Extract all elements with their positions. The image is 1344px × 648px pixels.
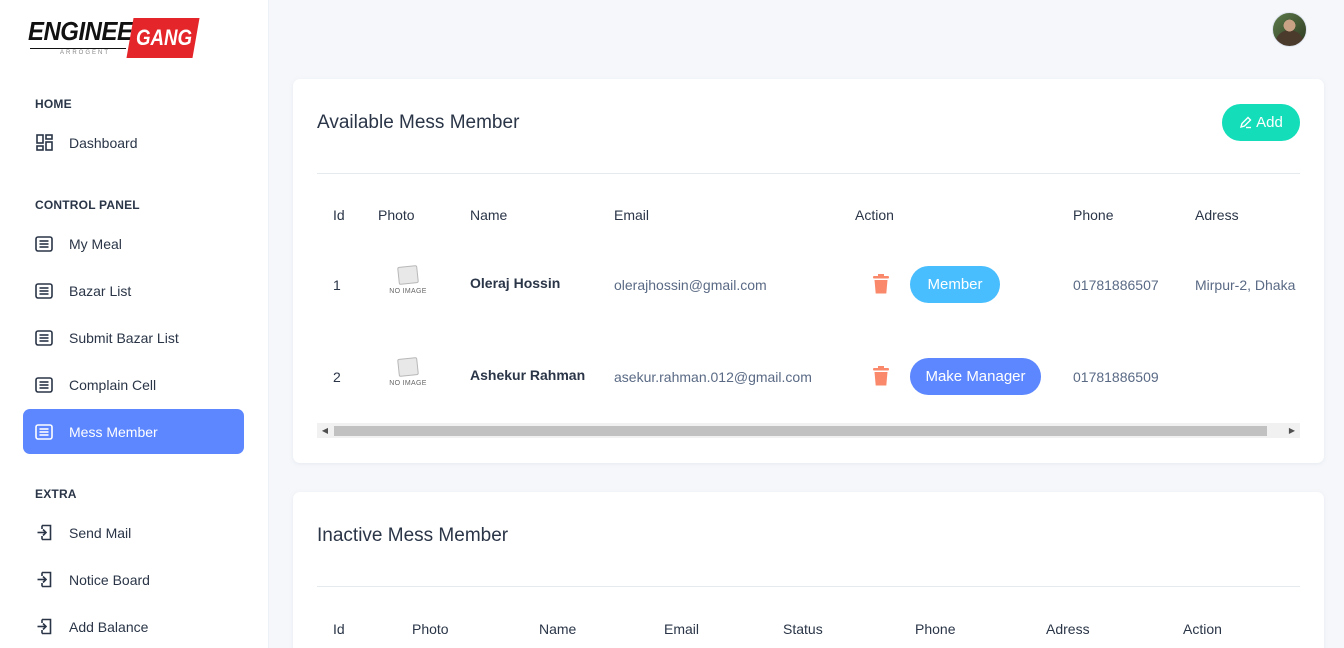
col-header-email: Email bbox=[664, 621, 700, 637]
sidebar-item-label: Complain Cell bbox=[69, 376, 157, 393]
col-header-id: Id bbox=[333, 621, 345, 637]
login-icon bbox=[35, 618, 53, 636]
sidebar-item-submit-bazar-list[interactable]: Submit Bazar List bbox=[23, 315, 244, 360]
trash-icon[interactable] bbox=[872, 274, 890, 294]
login-icon bbox=[35, 571, 53, 589]
no-image-label: NO IMAGE bbox=[389, 380, 427, 387]
list-icon bbox=[35, 423, 53, 441]
cell-phone: 01781886507 bbox=[1073, 277, 1159, 293]
brand-word-gang: GANG bbox=[136, 25, 193, 50]
nav-section-extra: EXTRA bbox=[35, 487, 77, 501]
col-header-name: Name bbox=[539, 621, 577, 637]
col-header-action: Action bbox=[855, 207, 894, 223]
add-button-label: Add bbox=[1256, 114, 1283, 131]
scroll-left-arrow[interactable]: ◀ bbox=[320, 425, 330, 436]
cell-name: Ashekur Rahman bbox=[470, 367, 586, 383]
cell-address: Mirpur-2, Dhaka bbox=[1195, 277, 1296, 293]
sidebar-item-label: Bazar List bbox=[69, 282, 132, 299]
member-role-button[interactable]: Member bbox=[910, 266, 1000, 303]
sidebar-item-my-meal[interactable]: My Meal bbox=[23, 221, 244, 266]
card-title: Inactive Mess Member bbox=[317, 525, 509, 546]
col-header-action: Action bbox=[1183, 621, 1222, 637]
col-header-status: Status bbox=[783, 621, 823, 637]
sidebar-item-add-balance[interactable]: Add Balance bbox=[23, 604, 244, 648]
col-header-phone: Phone bbox=[1073, 207, 1114, 223]
brand-underline bbox=[30, 48, 126, 49]
card-divider bbox=[317, 173, 1300, 174]
no-image-placeholder: NO IMAGE bbox=[388, 264, 428, 304]
trash-icon[interactable] bbox=[872, 366, 890, 386]
cell-id: 1 bbox=[333, 277, 341, 293]
brand-logo[interactable]: ENGINEER GANG ARROGENT bbox=[28, 16, 200, 60]
cell-email: olerajhossin@gmail.com bbox=[614, 277, 767, 293]
sidebar-item-label: Add Balance bbox=[69, 618, 149, 635]
sidebar-item-label: Notice Board bbox=[69, 571, 150, 588]
sidebar: ENGINEER GANG ARROGENT HOME Dashboard CO… bbox=[0, 0, 269, 648]
list-icon bbox=[35, 282, 53, 300]
sidebar-item-notice-board[interactable]: Notice Board bbox=[23, 557, 244, 602]
sidebar-item-dashboard[interactable]: Dashboard bbox=[23, 120, 244, 165]
col-header-address: Adress bbox=[1195, 207, 1239, 223]
sidebar-item-label: My Meal bbox=[69, 235, 122, 252]
sidebar-item-label: Submit Bazar List bbox=[69, 329, 179, 346]
sidebar-item-complain-cell[interactable]: Complain Cell bbox=[23, 362, 244, 407]
scroll-right-arrow[interactable]: ▶ bbox=[1287, 425, 1297, 436]
pencil-icon bbox=[1240, 116, 1252, 129]
image-icon bbox=[397, 357, 419, 377]
list-icon bbox=[35, 329, 53, 347]
cell-email: asekur.rahman.012@gmail.com bbox=[614, 369, 812, 385]
col-header-phone: Phone bbox=[915, 621, 956, 637]
col-header-name: Name bbox=[470, 207, 508, 223]
no-image-placeholder: NO IMAGE bbox=[388, 356, 428, 396]
col-header-photo: Photo bbox=[412, 621, 449, 637]
cell-name: Oleraj Hossin bbox=[470, 275, 561, 291]
no-image-label: NO IMAGE bbox=[389, 288, 427, 295]
dashboard-icon bbox=[35, 134, 53, 152]
cell-id: 2 bbox=[333, 369, 341, 385]
col-header-address: Adress bbox=[1046, 621, 1090, 637]
card-divider bbox=[317, 586, 1300, 587]
col-header-id: Id bbox=[333, 207, 345, 223]
inactive-members-card: Inactive Mess Member Id Photo Name Email… bbox=[293, 492, 1324, 648]
available-members-card: Available Mess Member Add Id Photo Name … bbox=[293, 79, 1324, 463]
nav-section-home: HOME bbox=[35, 97, 72, 111]
login-icon bbox=[35, 524, 53, 542]
col-header-photo: Photo bbox=[378, 207, 415, 223]
sidebar-item-label: Send Mail bbox=[69, 524, 132, 541]
make-manager-button[interactable]: Make Manager bbox=[910, 358, 1041, 395]
col-header-email: Email bbox=[614, 207, 650, 223]
add-member-button[interactable]: Add bbox=[1222, 104, 1300, 141]
brand-tagline: ARROGENT bbox=[60, 50, 111, 56]
sidebar-item-bazar-list[interactable]: Bazar List bbox=[23, 268, 244, 313]
nav-section-control-panel: CONTROL PANEL bbox=[35, 198, 140, 212]
sidebar-item-mess-member[interactable]: Mess Member bbox=[23, 409, 244, 454]
sidebar-item-send-mail[interactable]: Send Mail bbox=[23, 510, 244, 555]
cell-phone: 01781886509 bbox=[1073, 369, 1159, 385]
user-avatar[interactable] bbox=[1272, 12, 1307, 47]
list-icon bbox=[35, 376, 53, 394]
sidebar-item-label: Dashboard bbox=[69, 134, 138, 151]
horizontal-scrollbar[interactable]: ◀ ▶ bbox=[317, 423, 1300, 438]
scroll-thumb[interactable] bbox=[334, 426, 1267, 436]
sidebar-item-label: Mess Member bbox=[69, 423, 158, 440]
list-icon bbox=[35, 235, 53, 253]
card-title: Available Mess Member bbox=[317, 112, 520, 133]
image-icon bbox=[397, 265, 419, 285]
